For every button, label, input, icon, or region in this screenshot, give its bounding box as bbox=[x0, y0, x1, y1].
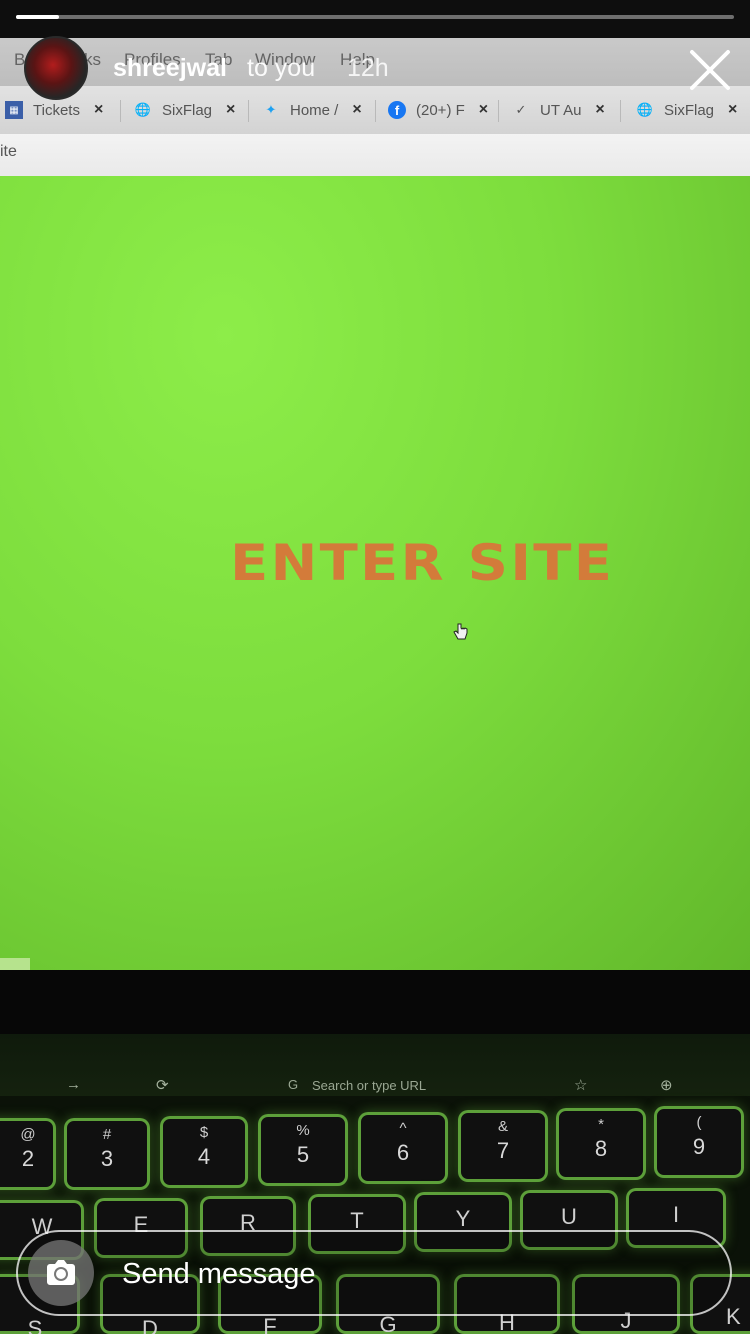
keyboard-key: ( 9 bbox=[654, 1106, 744, 1178]
forward-arrow-icon: → bbox=[66, 1076, 81, 1093]
story-photo: Bo ks Profiles Tab Window Help ▦ Tickets… bbox=[0, 0, 750, 1334]
star-icon: ☆ bbox=[574, 1077, 588, 1094]
story-username[interactable]: shreejwal bbox=[113, 54, 227, 83]
keyboard-key: ^ 6 bbox=[358, 1112, 448, 1184]
status-chip bbox=[0, 958, 30, 970]
add-tab-icon: ⊕ bbox=[660, 1077, 673, 1094]
close-button[interactable] bbox=[686, 46, 734, 94]
keyboard-key: & 7 bbox=[458, 1110, 548, 1182]
story-header: shreejwal to you 12h bbox=[0, 30, 750, 110]
keyboard-key: @ 2 bbox=[0, 1118, 56, 1190]
browser-url-bar: ite bbox=[0, 134, 750, 180]
story-timestamp: 12h bbox=[347, 54, 389, 82]
laptop-bezel-bottom bbox=[0, 970, 750, 1034]
google-icon: G bbox=[288, 1077, 299, 1092]
keyboard-key: # 3 bbox=[64, 1118, 150, 1190]
reload-icon: ⟳ bbox=[156, 1077, 169, 1094]
keyboard-key: * 8 bbox=[556, 1108, 646, 1180]
hand-cursor-icon bbox=[453, 623, 468, 640]
send-message-placeholder: Send message bbox=[122, 1258, 316, 1290]
web-page-screen: ENTER SITE bbox=[0, 176, 750, 970]
story-recipient-label: to you bbox=[247, 54, 316, 82]
keyboard-key: $ 4 bbox=[160, 1116, 248, 1188]
camera-button[interactable] bbox=[28, 1240, 94, 1306]
story-progress-bar bbox=[16, 15, 734, 19]
enter-site-heading: ENTER SITE bbox=[230, 534, 615, 592]
close-icon bbox=[690, 50, 730, 90]
touchbar-search: Search or type URL bbox=[312, 1078, 427, 1093]
url-text: ite bbox=[0, 143, 17, 160]
story-progress-fill bbox=[16, 15, 60, 19]
avatar[interactable] bbox=[24, 36, 88, 100]
keyboard-key: % 5 bbox=[258, 1114, 348, 1186]
camera-icon bbox=[47, 1260, 75, 1285]
send-message-field[interactable]: Send message bbox=[16, 1230, 732, 1316]
